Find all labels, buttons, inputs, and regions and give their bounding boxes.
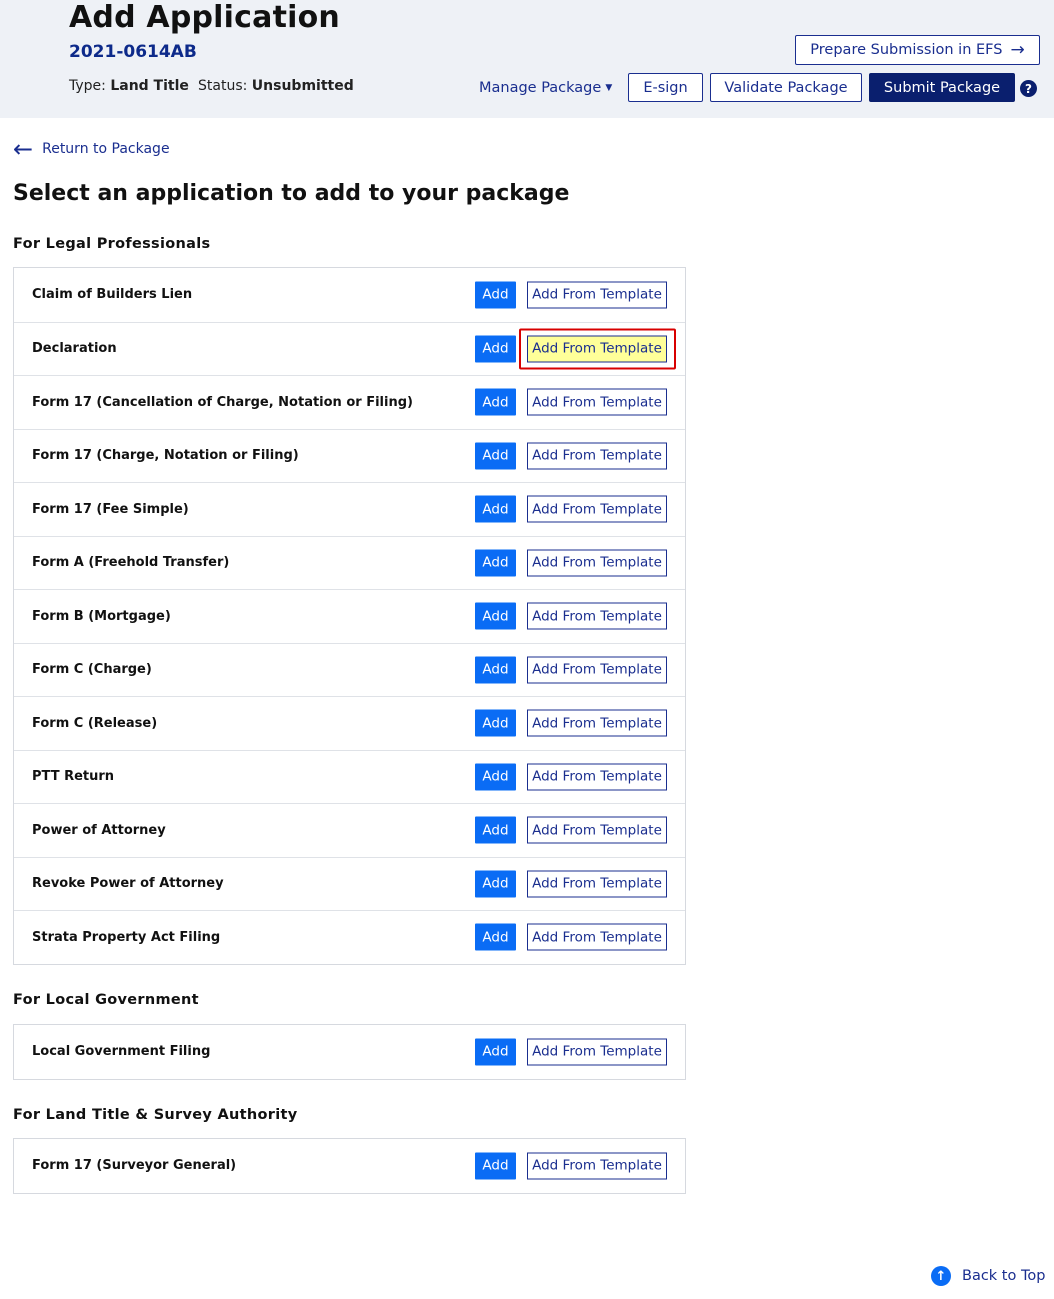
add-from-template-button[interactable]: Add From Template [527,388,667,416]
back-to-top-label: Back to Top [962,1268,1046,1284]
application-row: Form B (Mortgage) Add Add From Template [14,589,685,643]
add-from-template-button[interactable]: Add From Template [527,709,667,737]
application-name: Form 17 (Surveyor General) [32,1158,237,1174]
application-name: Form 17 (Fee Simple) [32,501,189,517]
add-button[interactable]: Add [475,442,516,470]
add-from-template-button[interactable]: Add From Template [527,923,667,951]
add-from-template-button[interactable]: Add From Template [527,870,667,898]
esign-button[interactable]: E-sign [628,73,703,102]
add-button[interactable]: Add [475,281,516,309]
package-status: Status: Unsubmitted [198,78,354,94]
submit-package-button[interactable]: Submit Package [869,73,1015,102]
application-list: Form 17 (Surveyor General) Add Add From Te… [13,1138,686,1194]
application-name: Form 17 (Charge, Notation or Filing) [32,448,299,464]
application-row: Form A (Freehold Transfer) Add Add From Te… [14,535,685,590]
add-from-template-button[interactable]: Add From Template [527,656,667,684]
application-row: Form C (Charge) Add Add From Template [14,642,685,697]
caret-down-icon: ▼ [605,83,613,93]
status-label: Status: [198,78,248,94]
return-to-package-label: Return to Package [42,141,170,157]
add-button[interactable]: Add [475,763,516,791]
application-name: Form B (Mortgage) [32,608,171,624]
application-name: Form A (Freehold Transfer) [32,555,230,571]
arrow-left-icon: ← [13,135,34,163]
add-from-template-button[interactable]: Add From Template [527,442,667,470]
arrow-up-circle-icon: ↑ [931,1266,951,1286]
application-row: Form 17 (Surveyor General) Add Add From Te… [14,1139,685,1193]
status-value: Unsubmitted [251,78,354,94]
application-row: Power of Attorney Add Add From Template [14,803,685,857]
prepare-submission-button[interactable]: Prepare Submission in EFS → [795,35,1040,65]
add-button[interactable]: Add [475,816,516,844]
package-number: 2021-0614AB [69,42,197,62]
add-button[interactable]: Add [475,1152,516,1180]
add-from-template-button[interactable]: Add From Template [527,335,667,363]
return-to-package-link[interactable]: ← Return to Package [13,135,170,163]
section-title: For Legal Professionals [13,236,211,252]
prepare-submission-label: Prepare Submission in EFS [810,42,1003,58]
application-row: Strata Property Act Filing Add Add From Te… [14,910,685,964]
application-name: Strata Property Act Filing [32,929,221,945]
application-list: Claim of Builders Lien Add Add From Templa… [13,267,686,965]
add-button[interactable]: Add [475,495,516,523]
application-name: Declaration [32,341,117,357]
add-button[interactable]: Add [475,335,516,363]
application-row: Claim of Builders Lien Add Add From Templa… [14,268,685,322]
application-row: PTT Return Add Add From Template [14,749,685,804]
add-button[interactable]: Add [475,388,516,416]
add-from-template-button[interactable]: Add From Template [527,602,667,630]
application-list: Local Government Filing Add Add From Templ… [13,1024,686,1080]
application-name: Revoke Power of Attorney [32,876,224,892]
add-button[interactable]: Add [475,549,516,577]
add-from-template-button[interactable]: Add From Template [527,1038,667,1066]
question-circle-icon[interactable]: ? [1020,80,1037,97]
type-value: Land Title [110,78,189,94]
page-header: Add Application 2021-0614AB Type: Land T… [0,0,1054,118]
application-row: Local Government Filing Add Add From Templ… [14,1025,685,1079]
application-name: Form C (Release) [32,715,158,731]
manage-package-label: Manage Package [479,80,602,96]
page-title: Add Application [69,0,340,35]
application-row: Form 17 (Cancellation of Charge, Notatio… [14,375,685,429]
validate-package-button[interactable]: Validate Package [710,73,862,102]
add-from-template-button[interactable]: Add From Template [527,1152,667,1180]
section-title: For Local Government [13,992,199,1008]
add-from-template-button[interactable]: Add From Template [527,763,667,791]
add-button[interactable]: Add [475,1038,516,1066]
add-from-template-button[interactable]: Add From Template [527,549,667,577]
add-button[interactable]: Add [475,656,516,684]
application-name: Form C (Charge) [32,662,152,678]
application-row: Revoke Power of Attorney Add Add From Temp… [14,856,685,911]
add-button[interactable]: Add [475,870,516,898]
application-name: Form 17 (Cancellation of Charge, Notatio… [32,394,413,410]
application-name: Claim of Builders Lien [32,287,193,303]
application-row: Form C (Release) Add Add From Template [14,696,685,750]
application-row: Form 17 (Fee Simple) Add Add From Template [14,482,685,536]
application-row: Form 17 (Charge, Notation or Filing) Add A… [14,428,685,483]
application-name: Power of Attorney [32,822,166,838]
application-row: Declaration Add Add From Template [14,321,685,376]
manage-package-dropdown[interactable]: Manage Package ▼ [479,80,612,96]
section-title: For Land Title & Survey Authority [13,1107,298,1123]
add-from-template-button[interactable]: Add From Template [527,816,667,844]
package-type: Type: Land Title [69,78,189,94]
type-label: Type: [69,78,106,94]
add-button[interactable]: Add [475,602,516,630]
application-name: PTT Return [32,769,115,785]
add-button[interactable]: Add [475,709,516,737]
arrow-right-icon: → [1010,40,1025,60]
back-to-top-link[interactable]: ↑ Back to Top [931,1266,1045,1286]
section-heading: Select an application to add to your pac… [13,181,570,206]
add-from-template-button[interactable]: Add From Template [527,281,667,309]
application-name: Local Government Filing [32,1044,211,1060]
add-button[interactable]: Add [475,923,516,951]
add-from-template-button[interactable]: Add From Template [527,495,667,523]
